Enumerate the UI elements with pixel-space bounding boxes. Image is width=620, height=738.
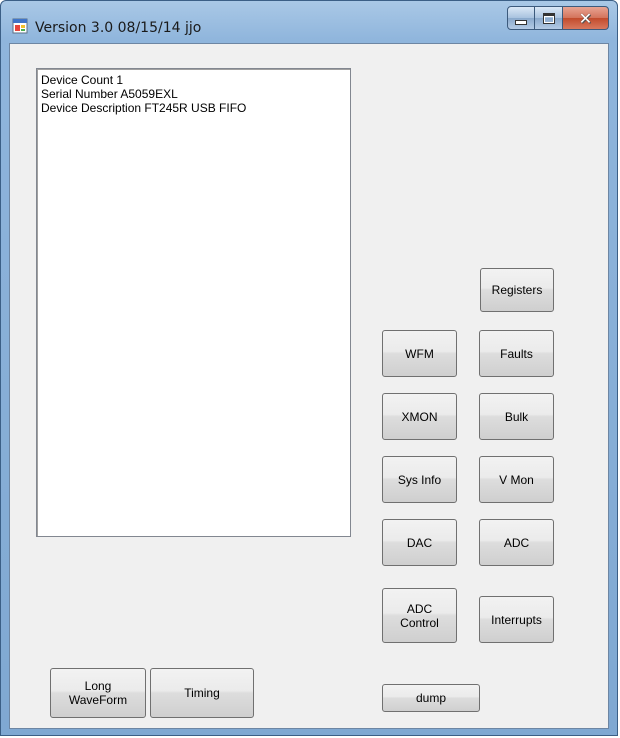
output-textbox[interactable]: Device Count 1 Serial Number A5059EXL De… (36, 68, 351, 537)
dac-button[interactable]: DAC (382, 519, 457, 566)
minimize-button[interactable] (507, 6, 535, 30)
dump-button[interactable]: dump (382, 684, 480, 712)
long-waveform-button[interactable]: Long WaveForm (50, 668, 146, 718)
app-window-icon (12, 18, 28, 34)
window-title: Version 3.0 08/15/14 jjo (35, 20, 202, 36)
maximize-icon (542, 12, 555, 24)
close-icon: ✕ (578, 8, 593, 28)
interrupts-button[interactable]: Interrupts (479, 596, 554, 643)
app-window: Version 3.0 08/15/14 jjo ✕ Device Count … (0, 0, 618, 736)
client-area: Device Count 1 Serial Number A5059EXL De… (9, 43, 609, 729)
wfm-button[interactable]: WFM (382, 330, 457, 377)
maximize-button[interactable] (535, 6, 563, 30)
close-button[interactable]: ✕ (563, 6, 609, 30)
v-mon-button[interactable]: V Mon (479, 456, 554, 503)
adc-control-button[interactable]: ADC Control (382, 588, 457, 643)
minimize-icon (515, 19, 527, 25)
sys-info-button[interactable]: Sys Info (382, 456, 457, 503)
output-line-serial-number: Serial Number A5059EXL (41, 87, 178, 101)
xmon-button[interactable]: XMON (382, 393, 457, 440)
bulk-button[interactable]: Bulk (479, 393, 554, 440)
faults-button[interactable]: Faults (479, 330, 554, 377)
caption-buttons: ✕ (507, 6, 609, 30)
timing-button[interactable]: Timing (150, 668, 254, 718)
registers-button[interactable]: Registers (480, 268, 554, 312)
title-bar[interactable]: Version 3.0 08/15/14 jjo ✕ (1, 1, 617, 43)
adc-button[interactable]: ADC (479, 519, 554, 566)
output-line-device-description: Device Description FT245R USB FIFO (41, 101, 247, 115)
output-line-device-count: Device Count 1 (41, 73, 124, 87)
